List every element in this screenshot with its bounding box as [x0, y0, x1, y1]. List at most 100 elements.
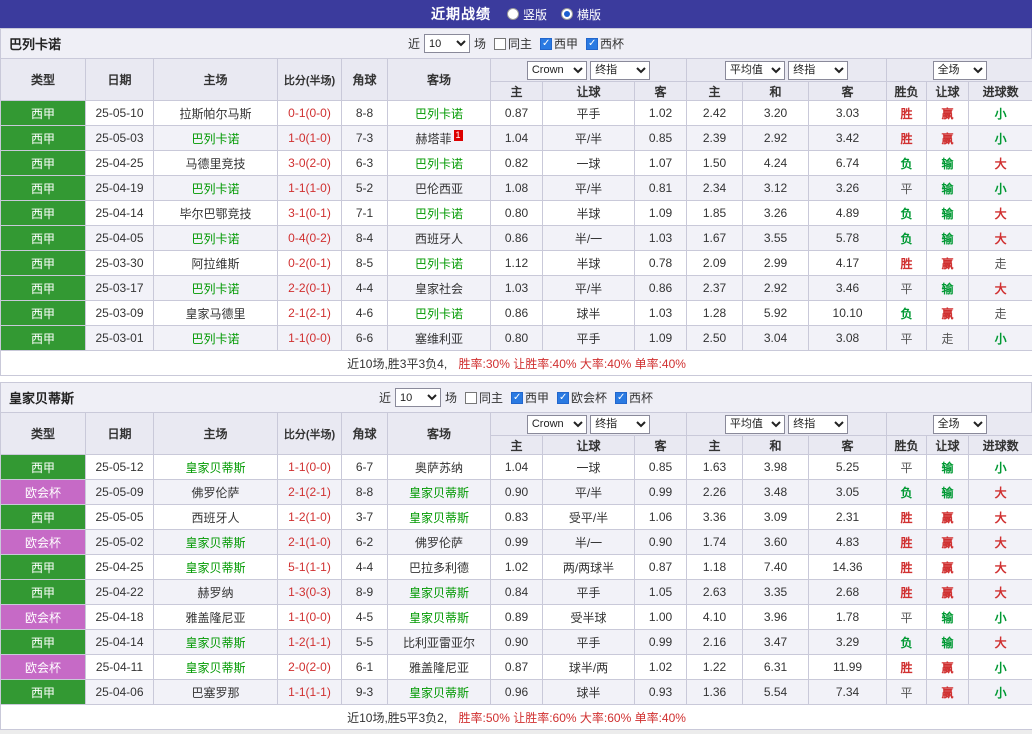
odds-time-select[interactable]: 终指: [590, 415, 650, 434]
team-link[interactable]: 巴列卡诺: [415, 107, 463, 121]
odds-provider-select[interactable]: Crown: [527, 415, 587, 434]
odds-away-cell: 0.99: [635, 630, 687, 655]
team-link[interactable]: 皇家贝蒂斯: [185, 561, 245, 575]
score-cell[interactable]: 3-1(0-1): [278, 201, 342, 226]
team-link[interactable]: 皇家贝蒂斯: [185, 536, 245, 550]
score-cell[interactable]: 1-0(1-0): [278, 126, 342, 151]
team-link[interactable]: 皇家贝蒂斯: [185, 636, 245, 650]
team-link[interactable]: 巴列卡诺: [191, 282, 239, 296]
team-link[interactable]: 皇家马德里: [185, 307, 245, 321]
score-cell[interactable]: 0-2(0-1): [278, 251, 342, 276]
team-link[interactable]: 巴列卡诺: [415, 257, 463, 271]
team-link[interactable]: 马德里竞技: [185, 157, 245, 171]
team-link[interactable]: 巴列卡诺: [415, 307, 463, 321]
result-scope-select[interactable]: 全场: [933, 415, 987, 434]
away-team-cell: 奥萨苏纳: [388, 455, 491, 480]
score-cell[interactable]: 1-1(1-1): [278, 680, 342, 705]
avg-time-select[interactable]: 终指: [788, 415, 848, 434]
score-cell[interactable]: 0-4(0-2): [278, 226, 342, 251]
team-link[interactable]: 巴列卡诺: [191, 132, 239, 146]
result-scope-select[interactable]: 全场: [933, 61, 987, 80]
team-link[interactable]: 塞维利亚: [415, 332, 463, 346]
avg-type-select[interactable]: 平均值: [725, 61, 785, 80]
filter-checkbox[interactable]: 同主: [465, 389, 503, 406]
odds-away-cell: 0.81: [635, 176, 687, 201]
team-link[interactable]: 佛罗伦萨: [415, 536, 463, 550]
team-link[interactable]: 巴列卡诺: [415, 157, 463, 171]
team-name[interactable]: 巴列卡诺: [9, 34, 61, 53]
team-link[interactable]: 巴塞罗那: [191, 686, 239, 700]
result-wdl-cell: 负: [887, 301, 927, 326]
team-link[interactable]: 皇家贝蒂斯: [185, 661, 245, 675]
avg-draw-cell: 3.12: [743, 176, 809, 201]
layout-radio[interactable]: 竖版: [507, 6, 547, 23]
team-link[interactable]: 比利亚雷亚尔: [403, 636, 475, 650]
team-link[interactable]: 巴列卡诺: [415, 207, 463, 221]
team-link[interactable]: 皇家贝蒂斯: [409, 586, 469, 600]
team-name[interactable]: 皇家贝蒂斯: [9, 388, 74, 407]
team-section-2: 皇家贝蒂斯 近 10 场 同主西甲欧会杯西杯 类型 日期 主场 比分(半场) 角…: [0, 382, 1032, 730]
filter-checkbox[interactable]: 西甲: [540, 35, 578, 52]
team-link[interactable]: 毕尔巴鄂竞技: [179, 207, 251, 221]
score-cell[interactable]: 1-1(0-0): [278, 455, 342, 480]
score-cell[interactable]: 0-1(0-0): [278, 101, 342, 126]
team-link[interactable]: 巴列卡诺: [191, 182, 239, 196]
filter-checkboxes: 同主西甲欧会杯西杯: [465, 389, 653, 406]
avg-time-select[interactable]: 终指: [788, 61, 848, 80]
odds-provider-select[interactable]: Crown: [527, 61, 587, 80]
team-link[interactable]: 皇家贝蒂斯: [185, 461, 245, 475]
score-cell[interactable]: 1-1(0-0): [278, 326, 342, 351]
team-link[interactable]: 巴拉多利德: [409, 561, 469, 575]
avg-home-cell: 2.50: [687, 326, 743, 351]
team-link[interactable]: 雅盖隆尼亚: [185, 611, 245, 625]
result-handicap-cell: 输: [927, 480, 969, 505]
team-link[interactable]: 皇家贝蒂斯: [409, 486, 469, 500]
score-cell[interactable]: 1-1(0-0): [278, 605, 342, 630]
corners-cell: 3-7: [342, 505, 388, 530]
score-cell[interactable]: 2-1(2-1): [278, 480, 342, 505]
score-cell[interactable]: 2-1(2-1): [278, 301, 342, 326]
col-result-wdl: 胜负: [887, 436, 927, 455]
odds-handicap-cell: 受半球: [543, 605, 635, 630]
filter-checkbox[interactable]: 西甲: [511, 389, 549, 406]
odds-select-cell: Crown 终指: [491, 413, 687, 436]
team-link[interactable]: 巴列卡诺: [191, 232, 239, 246]
avg-draw-cell: 2.99: [743, 251, 809, 276]
score-cell[interactable]: 1-3(0-3): [278, 580, 342, 605]
team-link[interactable]: 赫罗纳: [197, 586, 233, 600]
odds-time-select[interactable]: 终指: [590, 61, 650, 80]
team-link[interactable]: 皇家贝蒂斯: [409, 511, 469, 525]
team-link[interactable]: 拉斯帕尔马斯: [179, 107, 251, 121]
team-link[interactable]: 阿拉维斯: [191, 257, 239, 271]
score-cell[interactable]: 2-2(0-1): [278, 276, 342, 301]
team-link[interactable]: 佛罗伦萨: [191, 486, 239, 500]
filter-checkbox[interactable]: 西杯: [615, 389, 653, 406]
score-cell[interactable]: 2-1(1-0): [278, 530, 342, 555]
score-cell[interactable]: 3-0(2-0): [278, 151, 342, 176]
team-link[interactable]: 西班牙人: [415, 232, 463, 246]
team-link[interactable]: 雅盖隆尼亚: [409, 661, 469, 675]
odds-away-cell: 1.05: [635, 580, 687, 605]
score-cell[interactable]: 1-2(1-0): [278, 505, 342, 530]
team-link[interactable]: 巴列卡诺: [191, 332, 239, 346]
score-cell[interactable]: 1-2(1-1): [278, 630, 342, 655]
team-link[interactable]: 赫塔菲: [415, 132, 451, 146]
filter-checkbox[interactable]: 欧会杯: [557, 389, 607, 406]
team-link[interactable]: 皇家贝蒂斯: [409, 611, 469, 625]
team-link[interactable]: 西班牙人: [191, 511, 239, 525]
score-cell[interactable]: 2-0(2-0): [278, 655, 342, 680]
team-link[interactable]: 奥萨苏纳: [415, 461, 463, 475]
team-link[interactable]: 巴伦西亚: [415, 182, 463, 196]
score-cell[interactable]: 1-1(1-0): [278, 176, 342, 201]
team-link[interactable]: 皇家贝蒂斯: [409, 686, 469, 700]
layout-radio[interactable]: 横版: [561, 6, 601, 23]
filter-checkbox[interactable]: 西杯: [586, 35, 624, 52]
match-count-select[interactable]: 10: [424, 34, 470, 53]
odds-handicap-cell: 一球: [543, 455, 635, 480]
score-cell[interactable]: 5-1(1-1): [278, 555, 342, 580]
avg-type-select[interactable]: 平均值: [725, 415, 785, 434]
team-link[interactable]: 皇家社会: [415, 282, 463, 296]
avg-draw-cell: 4.24: [743, 151, 809, 176]
match-count-select[interactable]: 10: [395, 388, 441, 407]
filter-checkbox[interactable]: 同主: [494, 35, 532, 52]
